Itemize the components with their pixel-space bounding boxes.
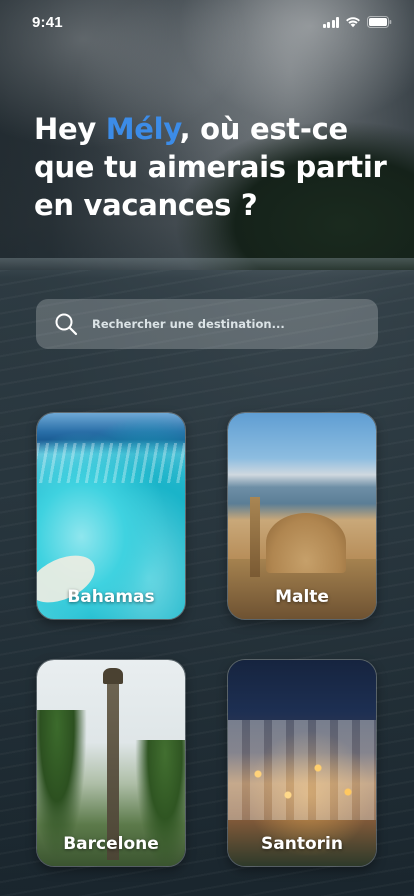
search-icon	[55, 313, 78, 336]
destination-label: Bahamas	[67, 587, 155, 607]
destination-card-bahamas[interactable]: Bahamas	[36, 412, 186, 620]
destination-label: Barcelone	[63, 834, 159, 854]
status-bar: 9:41	[0, 0, 414, 44]
destination-label: Malte	[275, 587, 329, 607]
greeting-prefix: Hey	[34, 112, 106, 146]
wifi-icon	[345, 16, 361, 28]
status-icons	[322, 16, 393, 28]
destination-label: Santorin	[261, 834, 343, 854]
page-title: Hey Mély, où est-ce que tu aimerais part…	[34, 110, 394, 224]
cellular-signal-icon	[322, 16, 339, 28]
user-name: Mély	[105, 112, 180, 146]
search-input[interactable]	[92, 317, 362, 331]
status-time: 9:41	[32, 13, 63, 31]
app-screen: 9:41 Hey Mély, où est-ce que tu aimerais…	[0, 0, 414, 896]
destination-card-malte[interactable]: Malte	[227, 412, 377, 620]
battery-icon	[367, 16, 392, 28]
destination-card-barcelone[interactable]: Barcelone	[36, 659, 186, 867]
search-bar[interactable]	[36, 299, 378, 349]
destination-card-santorin[interactable]: Santorin	[227, 659, 377, 867]
